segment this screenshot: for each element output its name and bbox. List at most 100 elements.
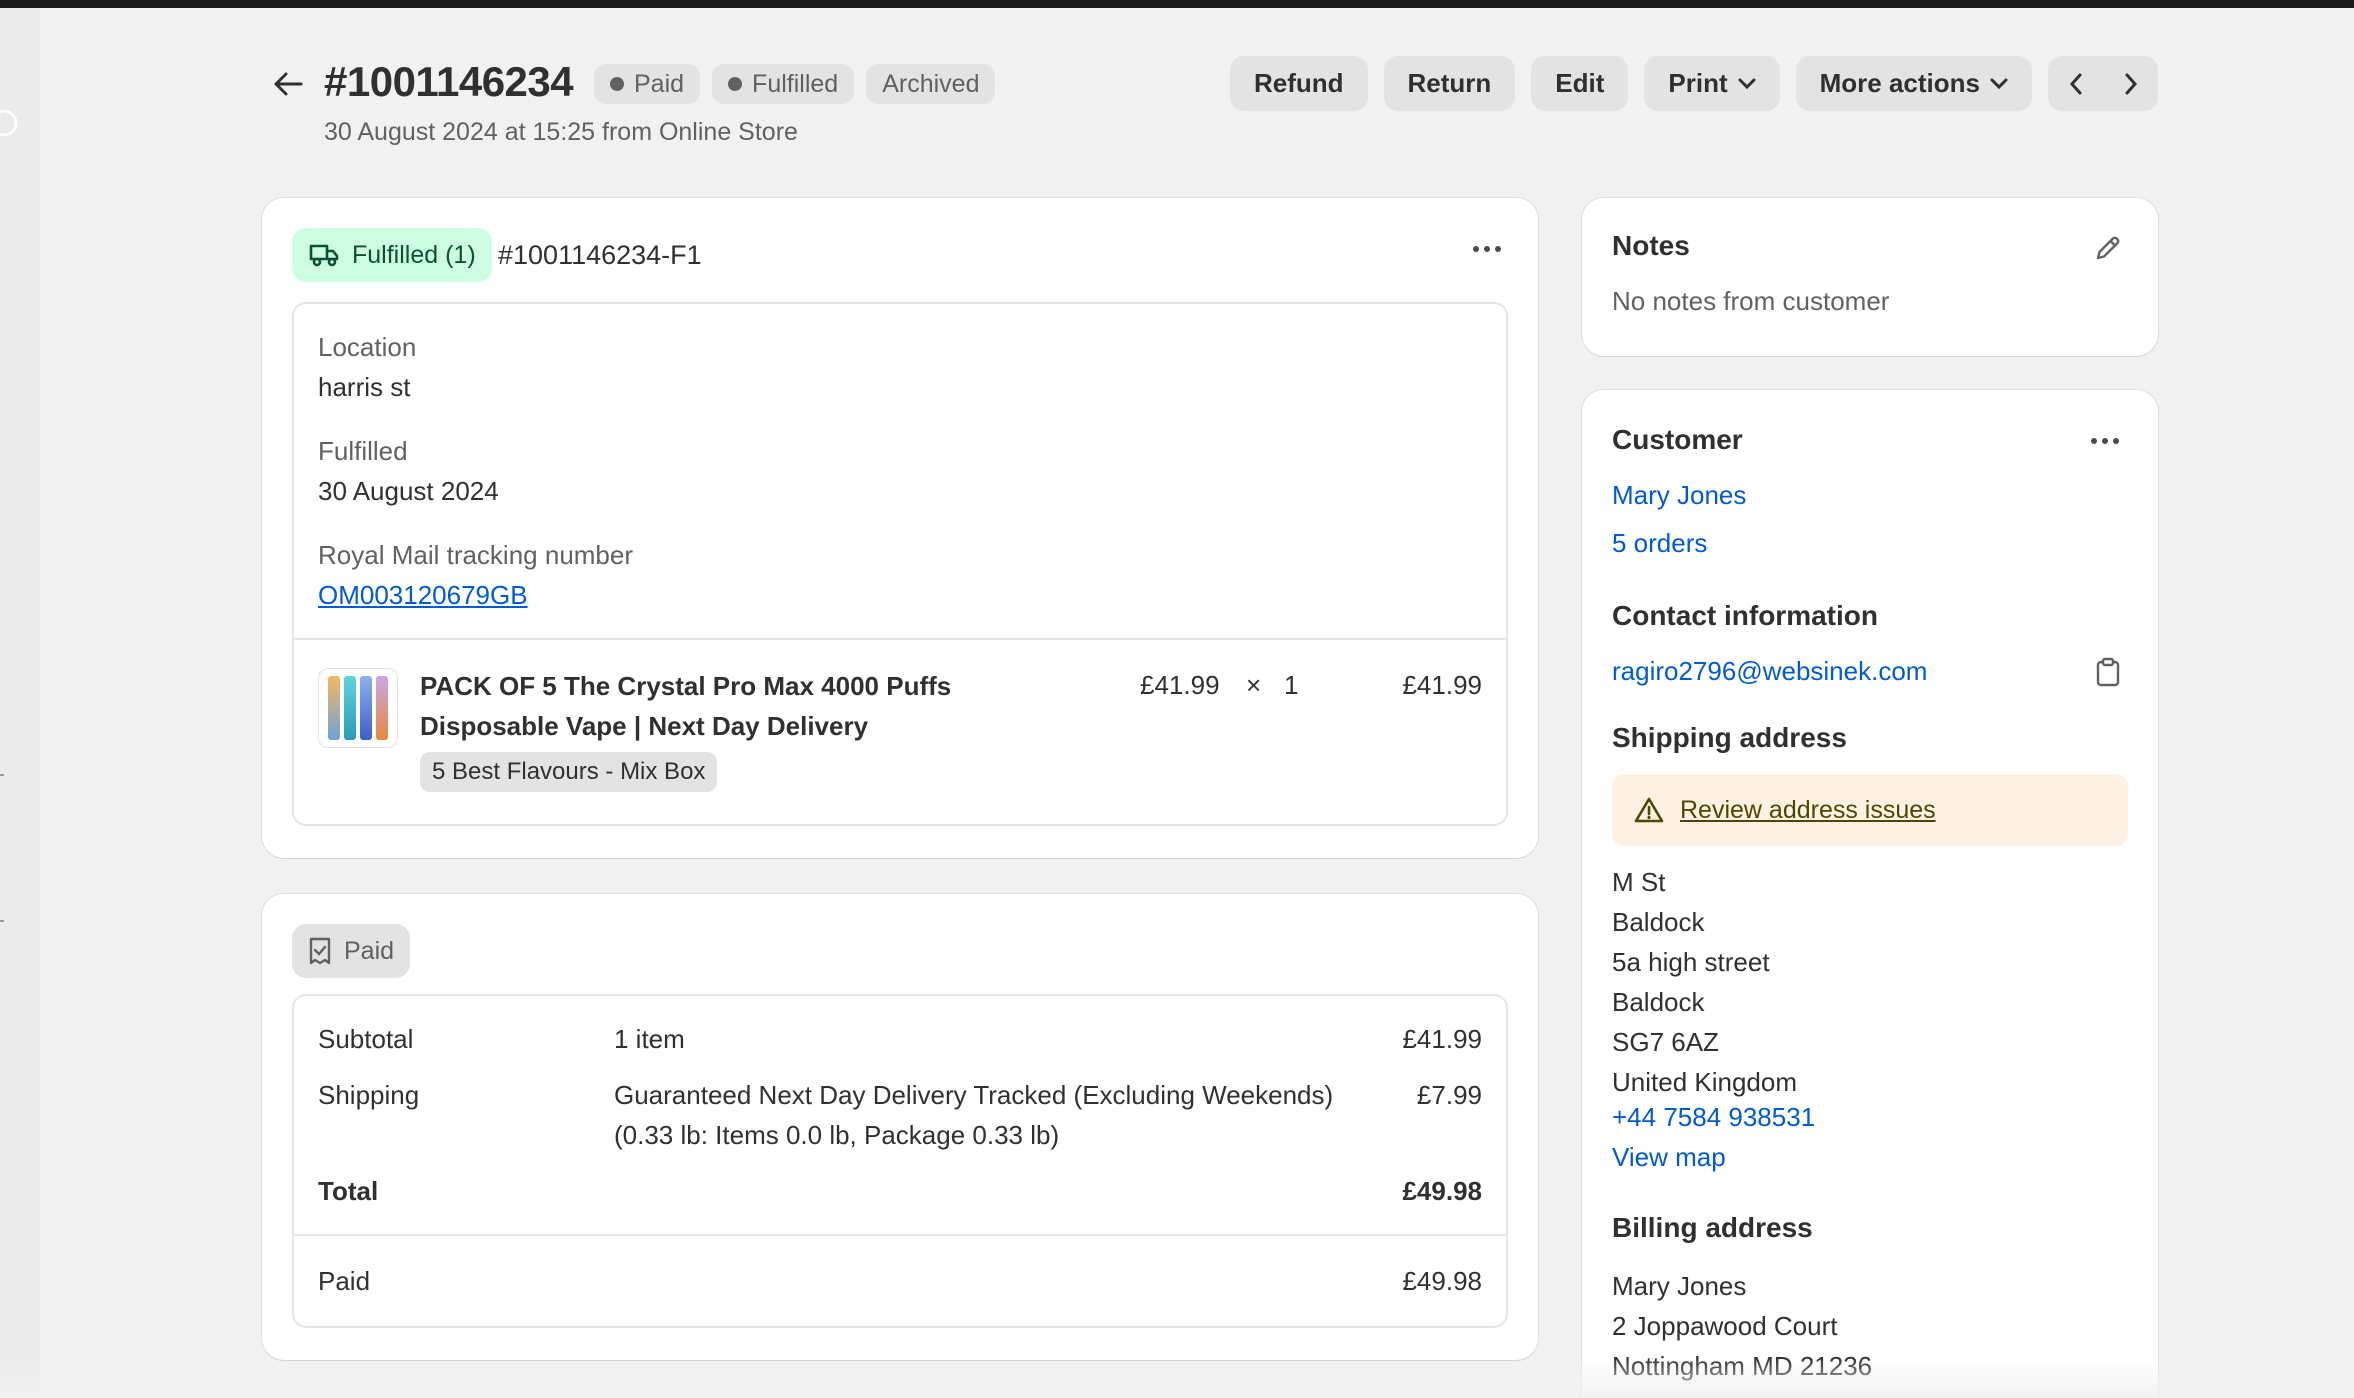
- customer-phone-link[interactable]: +44 7584 938531: [1612, 1102, 1815, 1133]
- customer-card: Customer Mary Jones 5 orders Contact inf…: [1582, 390, 2158, 1398]
- more-actions-button[interactable]: More actions: [1795, 56, 2032, 111]
- fulfillment-more-icon[interactable]: [1464, 226, 1510, 272]
- vape-image: [360, 676, 372, 740]
- fulfillment-details: Location harris st Fulfilled 30 August 2…: [292, 302, 1508, 826]
- chevron-down-icon: [1990, 78, 2008, 89]
- tracking-number-link[interactable]: OM003120679GB: [318, 580, 528, 611]
- fulfilled-date-value: 30 August 2024: [318, 476, 499, 506]
- address-line: 5a high street: [1612, 947, 1770, 977]
- badge-label: Fulfilled (1): [352, 240, 476, 269]
- variant-badge: 5 Best Flavours - Mix Box: [420, 752, 718, 792]
- address-line: United Kingdom: [1612, 1067, 1797, 1097]
- address-warning-banner: Review address issues: [1612, 774, 2128, 846]
- vape-image: [344, 676, 356, 740]
- notes-card: Notes No notes from customer: [1582, 198, 2158, 356]
- address-line: Baldock: [1612, 907, 1705, 937]
- subtotal-items: 1 item: [614, 1024, 685, 1054]
- top-bar: [0, 0, 2354, 8]
- fulfilled-badge: Fulfilled (1): [292, 228, 492, 282]
- location-value: harris st: [318, 372, 411, 402]
- subtotal-label: Subtotal: [318, 1024, 414, 1054]
- dot-icon: [610, 77, 624, 91]
- contact-title: Contact information: [1612, 600, 1878, 631]
- product-title-line: PACK OF 5 The Crystal Pro Max 4000 Puffs: [420, 671, 952, 701]
- paid-value: £49.98: [1402, 1266, 1482, 1296]
- address-line: Mary Jones: [1612, 1271, 1747, 1301]
- status-badges: Paid Fulfilled Archived: [594, 64, 996, 104]
- return-button[interactable]: Return: [1383, 56, 1516, 111]
- line-total: £41.99: [1402, 670, 1482, 700]
- chevron-down-icon: [1738, 78, 1756, 89]
- view-map-link[interactable]: View map: [1612, 1142, 1726, 1173]
- tracking-label: Royal Mail tracking number: [318, 540, 634, 570]
- copy-clipboard-icon[interactable]: [2088, 652, 2128, 692]
- button-label: Edit: [1555, 68, 1605, 98]
- divider: [294, 638, 1506, 640]
- page-title: #1001146234: [324, 58, 574, 105]
- quantity: 1: [1284, 670, 1299, 700]
- previous-order-button[interactable]: [2048, 56, 2103, 111]
- address-line: Nottingham MD 21236: [1612, 1351, 1873, 1381]
- badge-label: Archived: [882, 69, 980, 98]
- divider: [294, 1234, 1506, 1236]
- address-line: 2 Joppawood Court: [1612, 1311, 1838, 1341]
- address-line: Baldock: [1612, 987, 1705, 1017]
- receipt-icon: [309, 937, 331, 965]
- notes-text: No notes from customer: [1612, 286, 1890, 316]
- fulfillment-card: Fulfilled (1) #1001146234-F1 Location ha…: [262, 198, 1538, 858]
- notes-title: Notes: [1612, 230, 1690, 261]
- status-badge-paid: Paid: [594, 64, 701, 104]
- customer-title: Customer: [1612, 424, 1743, 455]
- shipping-label: Shipping: [318, 1080, 420, 1110]
- vape-image: [328, 676, 340, 740]
- back-arrow-icon[interactable]: [268, 64, 308, 104]
- payment-card: Paid Subtotal 1 item £41.99 Shipping Gua…: [262, 894, 1538, 1360]
- status-badge-fulfilled: Fulfilled: [712, 64, 855, 104]
- next-order-button[interactable]: [2103, 56, 2158, 111]
- edit-button[interactable]: Edit: [1531, 56, 1629, 111]
- order-subtitle: 30 August 2024 at 15:25 from Online Stor…: [324, 118, 798, 146]
- fulfillment-id: #1001146234-F1: [498, 240, 702, 270]
- shipping-weight: (0.33 lb: Items 0.0 lb, Package 0.33 lb): [614, 1120, 1060, 1150]
- status-badge-archived: Archived: [866, 64, 996, 104]
- sidebar-tick: [0, 774, 4, 776]
- button-label: Refund: [1253, 68, 1344, 98]
- product-title[interactable]: PACK OF 5 The Crystal Pro Max 4000 Puffs…: [420, 666, 1140, 746]
- subtotal-value: £41.99: [1402, 1024, 1482, 1054]
- paid-badge: Paid: [292, 924, 411, 978]
- location-label: Location: [318, 332, 417, 362]
- address-line: SG7 6AZ: [1612, 1027, 1719, 1057]
- customer-more-icon[interactable]: [2082, 418, 2128, 464]
- customer-name-link[interactable]: Mary Jones: [1612, 480, 1746, 511]
- product-thumbnail[interactable]: [318, 668, 398, 748]
- shipping-method: Guaranteed Next Day Delivery Tracked (Ex…: [614, 1080, 1334, 1110]
- badge-label: Fulfilled: [752, 69, 839, 98]
- truck-icon: [309, 244, 339, 267]
- refund-button[interactable]: Refund: [1229, 56, 1368, 111]
- button-label: More actions: [1819, 68, 1980, 98]
- payment-summary: Subtotal 1 item £41.99 Shipping Guarante…: [292, 994, 1508, 1328]
- review-address-link[interactable]: Review address issues: [1680, 796, 1936, 825]
- customer-orders-link[interactable]: 5 orders: [1612, 528, 1707, 559]
- total-label: Total: [318, 1176, 379, 1206]
- times-sign: ×: [1246, 670, 1262, 700]
- vape-image: [376, 676, 388, 740]
- sidebar-glyph: ○: [0, 87, 23, 154]
- shipping-value: £7.99: [1416, 1080, 1482, 1110]
- edit-pencil-icon[interactable]: [2088, 228, 2128, 268]
- badge-label: Paid: [634, 69, 685, 98]
- sidebar-tick: [0, 920, 4, 922]
- warning-triangle-icon: [1634, 797, 1664, 823]
- fulfilled-date-label: Fulfilled: [318, 436, 408, 466]
- button-label: Return: [1407, 68, 1492, 98]
- chevron-right-icon: [2125, 73, 2137, 94]
- product-title-line: Disposable Vape | Next Day Delivery: [420, 711, 869, 741]
- print-button[interactable]: Print: [1644, 56, 1780, 111]
- left-sidebar-edge: ○: [0, 8, 40, 1398]
- billing-address: Mary Jones 2 Joppawood Court Nottingham …: [1612, 1266, 1872, 1386]
- chevron-left-icon: [2069, 73, 2081, 94]
- customer-email-link[interactable]: ragiro2796@websinek.com: [1612, 656, 1927, 687]
- shipping-address-title: Shipping address: [1612, 722, 1847, 753]
- shipping-address: M St Baldock 5a high street Baldock SG7 …: [1612, 862, 1797, 1102]
- unit-price: £41.99: [1140, 670, 1220, 700]
